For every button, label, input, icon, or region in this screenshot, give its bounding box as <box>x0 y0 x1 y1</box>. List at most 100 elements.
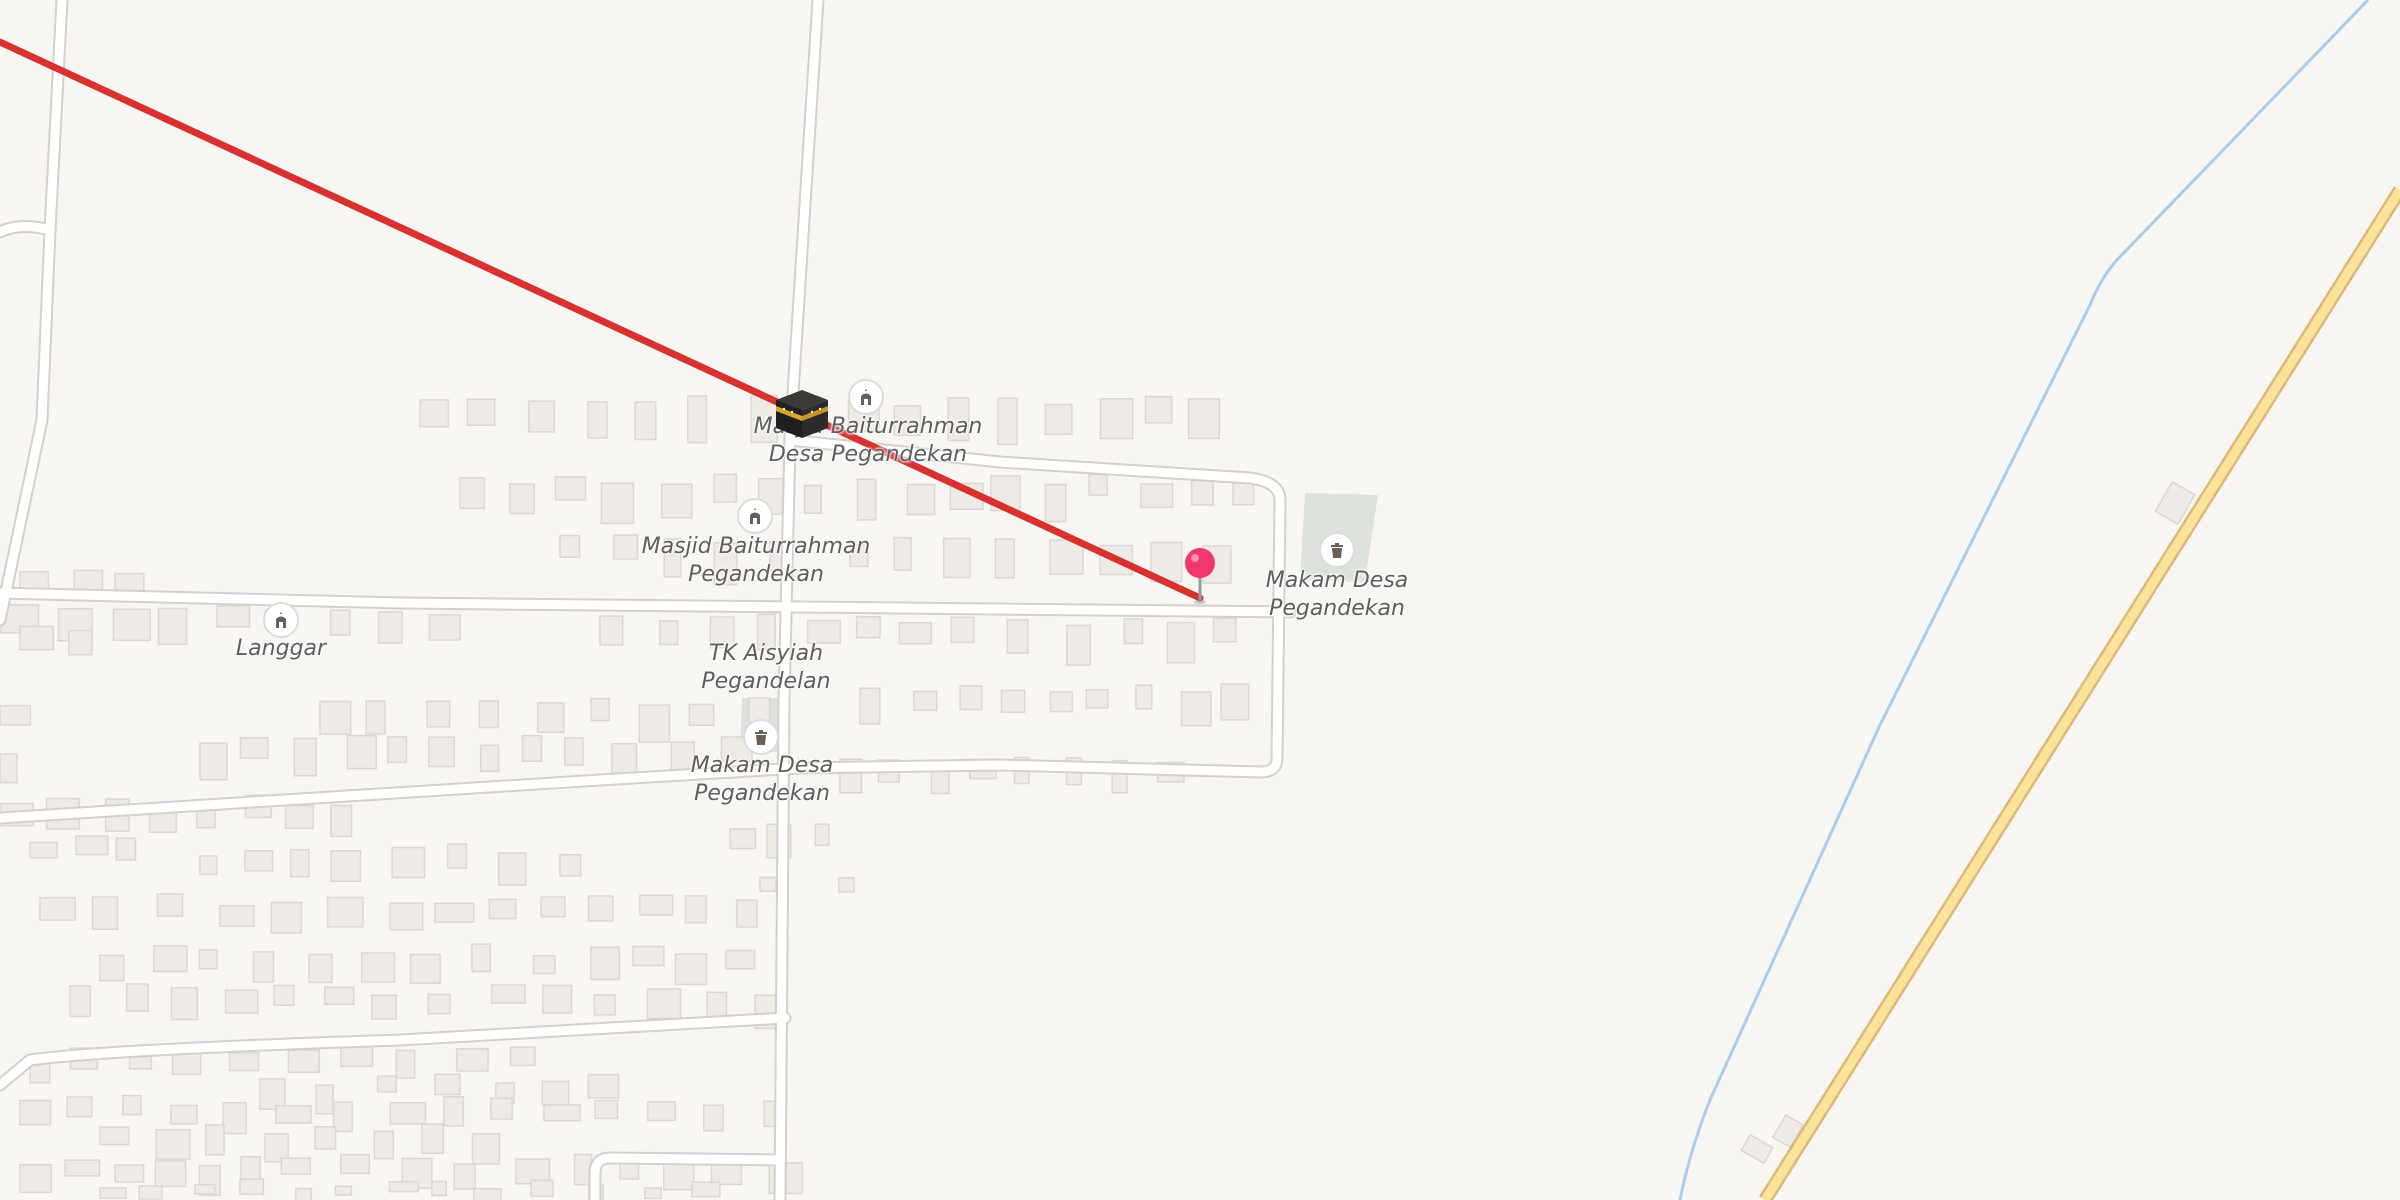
building <box>466 398 496 426</box>
kaaba-icon[interactable] <box>772 386 832 442</box>
building <box>587 401 608 439</box>
mosque-icon[interactable] <box>848 379 884 415</box>
building <box>587 895 614 922</box>
building <box>427 993 451 1015</box>
building <box>365 700 386 735</box>
building <box>371 994 397 1020</box>
building <box>1187 398 1221 440</box>
building <box>426 700 451 728</box>
building <box>156 893 184 917</box>
building <box>155 1129 191 1160</box>
building <box>388 1181 420 1193</box>
building <box>319 700 352 735</box>
building <box>610 743 638 774</box>
mosque-icon[interactable] <box>737 498 773 534</box>
building <box>1006 619 1029 654</box>
building <box>308 953 333 984</box>
building <box>324 986 355 1005</box>
location-pin-icon[interactable] <box>1180 545 1220 605</box>
building <box>340 1153 371 1175</box>
building <box>170 986 199 1021</box>
building <box>99 1187 127 1199</box>
building <box>950 616 975 644</box>
building <box>252 951 275 983</box>
building <box>1140 483 1174 509</box>
building <box>395 1049 416 1079</box>
building <box>329 609 351 636</box>
building <box>154 1160 187 1188</box>
building <box>293 737 317 777</box>
building <box>646 988 682 1020</box>
building <box>1085 689 1109 709</box>
building <box>377 611 403 644</box>
building <box>646 1101 676 1122</box>
building <box>691 1181 721 1198</box>
map-canvas[interactable]: Masjid Baiturrahman Desa Pegandekan Masji… <box>0 0 2400 1200</box>
building <box>898 621 932 645</box>
building <box>612 534 639 560</box>
building <box>75 835 109 856</box>
building <box>138 1185 163 1200</box>
building <box>709 616 735 649</box>
building <box>360 952 396 983</box>
building <box>0 753 18 784</box>
building <box>431 1180 448 1197</box>
building <box>122 1094 142 1116</box>
building <box>244 850 274 872</box>
building <box>532 955 556 975</box>
building <box>838 877 855 893</box>
building <box>849 543 869 568</box>
building <box>1212 617 1237 643</box>
building <box>994 538 1015 579</box>
building <box>434 1073 461 1096</box>
building <box>218 905 255 927</box>
building <box>19 1163 52 1194</box>
building <box>527 400 555 433</box>
building <box>153 945 188 973</box>
building <box>634 401 657 441</box>
building <box>710 1163 743 1186</box>
building <box>559 853 582 877</box>
building <box>471 943 491 973</box>
building <box>587 1073 620 1099</box>
cemetery-icon[interactable] <box>743 719 779 755</box>
building <box>471 1133 501 1165</box>
building <box>713 473 738 503</box>
building <box>1066 624 1091 666</box>
mosque-icon[interactable] <box>263 602 299 638</box>
building <box>600 482 635 525</box>
building <box>488 898 517 920</box>
building <box>756 613 776 651</box>
building <box>594 1099 619 1120</box>
building <box>68 629 93 656</box>
building <box>275 1105 312 1124</box>
building <box>326 896 364 928</box>
building <box>125 983 149 1012</box>
building <box>906 483 936 516</box>
building <box>478 700 499 729</box>
building <box>599 615 624 646</box>
building <box>434 902 475 923</box>
cemetery-icon[interactable] <box>1319 532 1355 568</box>
building <box>376 1075 398 1093</box>
building <box>280 1157 312 1175</box>
building <box>541 1080 570 1106</box>
building <box>91 896 119 931</box>
building <box>295 1187 313 1200</box>
building <box>703 1104 724 1132</box>
building <box>409 953 441 984</box>
building <box>428 736 456 768</box>
building <box>1135 684 1153 710</box>
building <box>19 625 55 651</box>
building <box>590 697 610 722</box>
building <box>674 953 708 986</box>
building <box>446 843 468 869</box>
building <box>199 742 228 781</box>
building <box>39 896 76 921</box>
building <box>314 1126 337 1150</box>
building <box>270 901 303 934</box>
building <box>943 537 971 579</box>
building <box>687 395 708 444</box>
building <box>639 894 674 916</box>
building <box>29 841 58 859</box>
